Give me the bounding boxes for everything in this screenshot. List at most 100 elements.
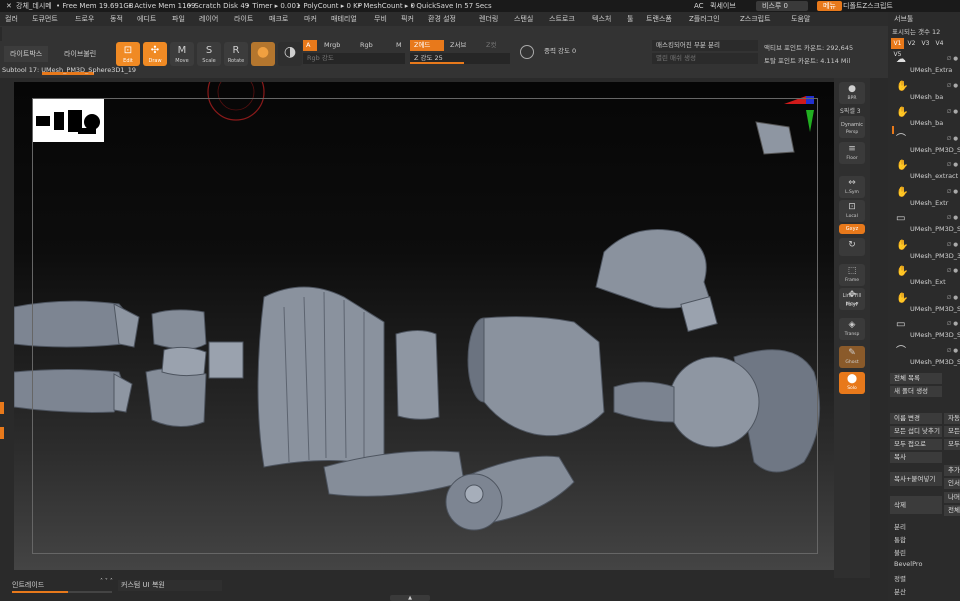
spix-slider[interactable]: S픽셀 3 — [840, 106, 861, 115]
visibility-toggle-icon[interactable]: ∅ ● — [947, 295, 958, 301]
visibility-toggle-icon[interactable]: ∅ ● — [947, 56, 958, 62]
navigation-cube[interactable] — [755, 121, 795, 155]
menu-item[interactable]: 라이트 — [234, 12, 253, 26]
menu-item[interactable]: 트랜스폼 — [646, 12, 672, 26]
solo-button[interactable]: ⬤ Solo — [839, 372, 865, 394]
visibility-toggle-icon[interactable]: ∅ ● — [947, 321, 958, 327]
visibility-toggle-icon[interactable]: ∅ ● — [947, 162, 958, 168]
distribute-section[interactable]: 분산 — [894, 586, 906, 596]
default-zscript-button[interactable]: 디폴트Z스크립트 — [843, 0, 893, 12]
zcut-toggle[interactable]: Z컷 — [482, 40, 506, 51]
split-unmasked-button[interactable]: 별린 매쉬 생성 — [652, 53, 758, 64]
delete-all-button[interactable]: 전체 — [944, 505, 960, 516]
menu-item[interactable]: 레이어 — [199, 12, 218, 26]
menu-item[interactable]: 도움말 — [791, 12, 810, 26]
viewport-canvas[interactable] — [14, 82, 834, 570]
visibility-toggle-icon[interactable]: ∅ ● — [947, 348, 958, 354]
all-low-button[interactable]: 모든 섭디 낮추기 — [890, 426, 942, 437]
line-fill-button[interactable]: Line Fill PolyF — [839, 292, 865, 312]
bottom-tray-toggle[interactable]: ▲ — [390, 595, 430, 601]
visibility-toggle-icon[interactable]: ∅ ● — [947, 83, 958, 89]
version-tab[interactable]: V3 — [919, 38, 932, 49]
menu-item[interactable]: 매크로 — [269, 12, 288, 26]
append-button[interactable]: 추가 — [944, 465, 960, 476]
delete-button[interactable]: 삭제 — [890, 496, 942, 514]
menu-item[interactable]: 스트로크 — [549, 12, 575, 26]
tab-livebool[interactable]: 라이브불린 — [58, 46, 102, 62]
visibility-toggle-icon[interactable]: ∅ ● — [947, 242, 958, 248]
version-tab[interactable]: V1 — [891, 38, 904, 49]
menu-item[interactable]: 텍스처 — [592, 12, 611, 26]
subtool-item[interactable]: ✋ ∅ ● UMesh_ba — [890, 105, 960, 132]
floor-button[interactable]: ≡ Floor — [839, 142, 865, 164]
zadd-toggle[interactable]: Z에드 — [410, 40, 444, 51]
split-section[interactable]: 분리 — [894, 521, 906, 531]
ghost-button[interactable]: ✎ Ghost — [839, 346, 865, 368]
subtool-item[interactable]: ☁ ∅ ● UMesh_Extra — [890, 52, 960, 79]
close-icon[interactable]: ✕ — [6, 0, 12, 12]
mask-split-button[interactable]: 매스킹되어진 부분 분리 — [652, 40, 758, 51]
expand-all-button[interactable]: 모두 — [944, 439, 960, 450]
navigator-thumbnail[interactable] — [32, 98, 104, 142]
draw-button[interactable]: ✣ Draw — [143, 42, 167, 66]
subtool-item[interactable]: ▭ ∅ ● UMesh_PM3D_Sp — [890, 211, 960, 238]
menu-item[interactable]: Z플러그인 — [689, 12, 720, 26]
menu-item[interactable]: 렌더링 — [479, 12, 498, 26]
intro-mode-slider[interactable] — [12, 591, 112, 593]
menu-item[interactable]: 마커 — [304, 12, 317, 26]
quicksave-button[interactable]: 퀵세이브 — [710, 0, 736, 12]
new-folder-button[interactable]: 새 폴더 생성 — [890, 386, 942, 397]
menu-item[interactable]: 매테리얼 — [331, 12, 357, 26]
color-picker-button[interactable]: ◑ — [278, 42, 302, 66]
gxyz-button[interactable]: Gxyz — [839, 224, 865, 234]
tab-lightbox[interactable]: 라이트박스 — [4, 46, 49, 62]
z-intensity-slider[interactable]: Z 강도 25 — [410, 53, 510, 64]
panel-scroll-marker[interactable] — [892, 126, 894, 134]
menu-toggle-button[interactable]: 메뉴 — [817, 1, 842, 11]
menu-item[interactable]: 툴 — [627, 12, 633, 26]
bevelpro-section[interactable]: BevelPro — [894, 560, 922, 568]
auto-reorder-button[interactable]: 자동 — [944, 413, 960, 424]
all-list-button[interactable]: 전체 목록 — [890, 373, 942, 384]
menu-item[interactable]: Z스크립트 — [740, 12, 771, 26]
collapse-all-button[interactable]: 모두 접으로 — [890, 439, 942, 450]
all-high-button[interactable]: 모든 — [944, 426, 960, 437]
boolean-section[interactable]: 불린 — [894, 547, 906, 557]
menu-item[interactable]: 동적 — [110, 12, 123, 26]
menu-item[interactable]: 환경 설정 — [428, 12, 456, 26]
rgb-toggle[interactable]: Rgb — [356, 40, 390, 51]
frame-button[interactable]: ⬚ Frame — [839, 264, 865, 286]
local-button[interactable]: ⊡ Local — [839, 200, 865, 222]
visibility-toggle-icon[interactable]: ∅ ● — [947, 136, 958, 142]
subtool-item[interactable]: ✋ ∅ ● UMesh_Extr — [890, 185, 960, 212]
copy-paste-button[interactable]: 복사+붙여넣기 — [890, 472, 942, 486]
move-button[interactable]: M Move — [170, 42, 194, 66]
visible-count-slider[interactable]: 표시되는 갯수 12 — [892, 26, 940, 36]
menu-item[interactable]: 에디트 — [137, 12, 156, 26]
menu-item[interactable]: 도큐먼트 — [32, 12, 58, 26]
a-toggle[interactable]: A — [303, 40, 317, 51]
menu-item[interactable]: 파일 — [172, 12, 185, 26]
m-toggle[interactable]: M — [392, 40, 406, 51]
menu-item[interactable]: 픽커 — [401, 12, 414, 26]
menu-item[interactable]: 스텐실 — [514, 12, 533, 26]
visibility-toggle-icon[interactable]: ∅ ● — [947, 109, 958, 115]
rename-button[interactable]: 이름 변경 — [890, 413, 942, 424]
subtool-item[interactable]: ▭ ∅ ● UMesh_PM3D_Sp — [890, 317, 960, 344]
subtool-item[interactable]: ✋ ∅ ● UMesh_ba — [890, 79, 960, 106]
delete-others-button[interactable]: 나머 — [944, 492, 960, 503]
visibility-toggle-icon[interactable]: ∅ ● — [947, 268, 958, 274]
subtool-item[interactable]: ✋ ∅ ● UMesh_PM3D_3 — [890, 238, 960, 265]
persp-button[interactable]: Dynamic Persp — [839, 116, 865, 138]
subtool-item[interactable]: ✋ ∅ ● UMesh_PM3D_Sp — [890, 291, 960, 318]
see-through-slider[interactable]: 비스루 0 — [756, 1, 808, 11]
subtool-item[interactable]: ⌒ ∅ ● UMesh_PM3D_Sp — [890, 132, 960, 159]
menu-item[interactable]: 드로우 — [75, 12, 94, 26]
copy-button[interactable]: 복사 — [890, 452, 942, 463]
menu-item[interactable]: 컬러 — [5, 12, 18, 26]
focal-shift-slider[interactable]: 중력 강도 0 — [540, 46, 632, 57]
scale-button[interactable]: S Scale — [197, 42, 221, 66]
insert-button[interactable]: 인서 — [944, 478, 960, 489]
edit-button[interactable]: ⊡ Edit — [116, 42, 140, 66]
subtool-item[interactable]: ⌒ ∅ ● UMesh_PM3D_Sp — [890, 344, 960, 371]
